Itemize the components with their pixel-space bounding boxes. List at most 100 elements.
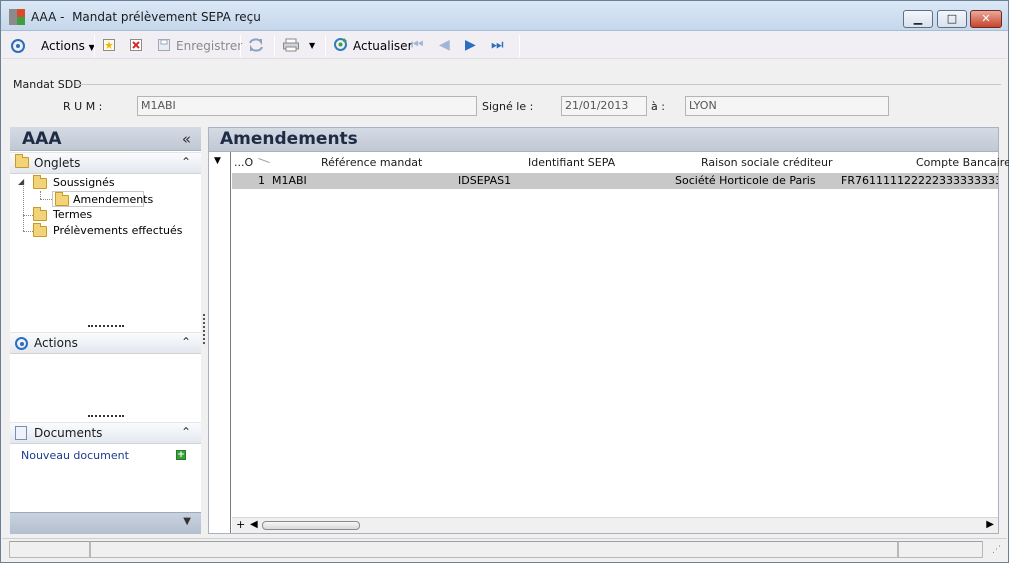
scroll-left-icon[interactable]: ◀: [250, 519, 258, 530]
collapse-panel-icon[interactable]: «: [182, 130, 191, 148]
grid-header: ...O Référence mandat Identifiant SEPA R…: [232, 152, 1009, 172]
tree-connector: [40, 199, 52, 200]
maximize-icon: □: [946, 12, 958, 25]
toolbar-separator: [519, 35, 520, 57]
signed-label: Signé le :: [482, 100, 534, 113]
mandate-group-label: Mandat SDD: [13, 78, 82, 91]
left-navigation-panel: AAA « Onglets ⌃ ◢ Soussignés Amendements…: [10, 127, 201, 534]
title-bar: AAA - Mandat prélèvement SEPA reçu ▁ □ ✕: [1, 1, 1008, 31]
refresh-icon[interactable]: [333, 37, 348, 57]
folder-icon: [15, 154, 29, 171]
expand-icon[interactable]: +: [236, 518, 245, 531]
row-account-cell: FR76111112222233333333333: [841, 174, 998, 187]
add-document-icon[interactable]: +: [176, 450, 186, 460]
folder-open-icon: [55, 192, 69, 206]
print-dropdown-icon[interactable]: ▼: [309, 36, 315, 56]
sync-icon[interactable]: [248, 38, 264, 58]
actions-circle-icon: [15, 336, 28, 350]
maximize-button[interactable]: □: [937, 10, 967, 28]
toolbar-separator: [94, 35, 95, 57]
sort-indicator-icon: [258, 157, 270, 164]
column-chooser-icon[interactable]: ▼: [214, 156, 221, 166]
save-icon: [157, 38, 171, 58]
tree-connector: [40, 191, 41, 199]
refresh-button[interactable]: Actualiser: [353, 36, 413, 56]
amendements-panel: Amendements ▼ ...O Référence mandat Iden…: [208, 127, 1009, 534]
app-window: AAA - Mandat prélèvement SEPA reçu ▁ □ ✕…: [0, 0, 1009, 563]
group-divider: [76, 84, 1001, 85]
amendements-title: Amendements: [220, 129, 358, 149]
amendements-header: Amendements: [209, 128, 998, 152]
actions-circle-icon[interactable]: [11, 35, 25, 55]
scroll-right-icon[interactable]: ▶: [986, 519, 994, 530]
toolbar-separator: [325, 35, 326, 57]
panel-splitter[interactable]: [203, 314, 205, 344]
section-splitter[interactable]: [88, 415, 124, 417]
tree-connector: [23, 183, 24, 231]
previous-record-icon[interactable]: ◀: [439, 38, 450, 52]
status-cell: [90, 541, 898, 558]
column-header-account[interactable]: Compte Bancaire: [916, 156, 1009, 169]
tree-item-amendements[interactable]: Amendements: [52, 191, 153, 207]
minimize-icon: ▁: [913, 12, 923, 25]
column-header-reference[interactable]: Référence mandat: [321, 156, 422, 169]
rum-field[interactable]: M1ABI: [137, 96, 477, 116]
collapse-section-icon[interactable]: ⌃: [181, 425, 191, 439]
tree-item-label: Amendements: [73, 193, 154, 206]
actions-section-header[interactable]: Actions ⌃: [10, 332, 201, 354]
table-row[interactable]: 1 M1ABI IDSEPAS1 Société Horticole de Pa…: [232, 173, 998, 189]
minimize-button[interactable]: ▁: [903, 10, 933, 28]
scroll-thumb[interactable]: [262, 521, 360, 530]
window-title: AAA - Mandat prélèvement SEPA reçu: [31, 10, 261, 24]
at-location-field[interactable]: LYON: [685, 96, 889, 116]
collapse-section-icon[interactable]: ⌃: [181, 335, 191, 349]
chevron-down-icon[interactable]: ▼: [183, 516, 191, 527]
onglets-section-header[interactable]: Onglets ⌃: [10, 152, 201, 174]
documents-label: Documents: [34, 426, 103, 440]
left-panel-footer[interactable]: ▼: [10, 512, 201, 534]
documents-section-header[interactable]: Documents ⌃: [10, 422, 201, 444]
collapse-section-icon[interactable]: ⌃: [181, 155, 191, 169]
folder-icon: [33, 223, 47, 237]
toolbar: Actions ▼ Enregistrer ▼ Actualiser ⏮ ◀ ▶…: [2, 32, 1007, 59]
onglets-label: Onglets: [34, 156, 81, 170]
section-splitter[interactable]: [88, 325, 124, 327]
new-icon[interactable]: [102, 38, 116, 58]
tree-item-label: Prélèvements effectués: [53, 224, 183, 237]
left-panel-header: AAA «: [10, 127, 201, 151]
column-header-sepa-id[interactable]: Identifiant SEPA: [528, 156, 615, 169]
tree-item-label: Soussignés: [53, 176, 115, 189]
resize-grip-icon[interactable]: ⋰: [992, 545, 1001, 555]
rum-label: R U M :: [63, 100, 103, 113]
folder-icon: [33, 207, 47, 221]
grid-row-gutter: ▼: [209, 152, 231, 533]
next-record-icon[interactable]: ▶: [465, 38, 476, 52]
status-cell: [9, 541, 90, 558]
app-icon: [9, 9, 25, 25]
toolbar-separator: [240, 35, 241, 57]
save-button[interactable]: Enregistrer: [176, 36, 242, 56]
actions-menu-button[interactable]: Actions ▼: [41, 36, 95, 56]
at-label: à :: [651, 100, 665, 113]
row-creditor-cell: Société Horticole de Paris: [675, 174, 816, 187]
print-icon[interactable]: [282, 38, 300, 58]
status-cell: [898, 541, 983, 558]
row-sepa-id-cell: IDSEPAS1: [458, 174, 512, 187]
last-record-icon[interactable]: ⏭: [491, 38, 504, 52]
close-button[interactable]: ✕: [970, 10, 1002, 28]
actions-menu-label: Actions: [41, 39, 85, 53]
expand-toggle-icon[interactable]: ◢: [18, 177, 24, 186]
signed-date-field[interactable]: 21/01/2013: [561, 96, 647, 116]
delete-icon[interactable]: [129, 38, 143, 58]
column-header-creditor[interactable]: Raison sociale créditeur: [701, 156, 832, 169]
horizontal-scrollbar[interactable]: + ◀ ▶: [232, 517, 998, 533]
toolbar-separator: [274, 35, 275, 57]
document-icon: [15, 426, 27, 443]
new-document-link[interactable]: Nouveau document: [21, 449, 129, 462]
tree-connector: [23, 231, 33, 232]
first-record-icon[interactable]: ⏮: [411, 38, 424, 52]
status-bar: ⋰: [2, 538, 1007, 560]
folder-icon: [33, 175, 47, 189]
column-header-order[interactable]: ...O: [234, 156, 253, 169]
close-icon: ✕: [981, 12, 991, 25]
